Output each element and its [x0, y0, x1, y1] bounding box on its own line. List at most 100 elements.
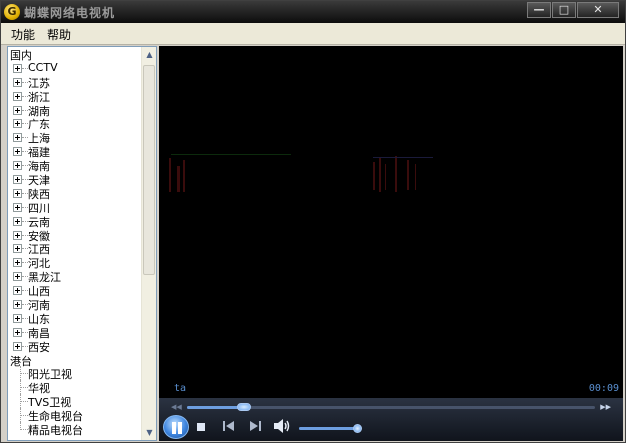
app-window: G 蝴蝶网络电视机 — □ ✕ 功能 帮助 国内 CCTV 江苏 浙江 湖南 广东 上海 福建…: [0, 0, 626, 443]
tree-item-region[interactable]: CCTV: [8, 61, 142, 75]
tree-connector-line: [22, 192, 28, 194]
channel-overlay-label: ta: [174, 383, 187, 394]
tree-item-region[interactable]: 河北: [8, 255, 142, 270]
expand-plus-icon[interactable]: [13, 272, 22, 282]
window-title: 蝴蝶网络电视机: [24, 6, 116, 20]
menu-bar: 功能 帮助: [1, 23, 625, 45]
tree-connector-line: [20, 415, 28, 417]
volume-slider-thumb[interactable]: [353, 424, 363, 433]
tree-connector-line: [22, 331, 28, 333]
expand-plus-icon[interactable]: [13, 133, 22, 143]
next-button[interactable]: [247, 419, 263, 433]
tree-connector-line: [20, 380, 21, 395]
tree-connector-line: [22, 290, 28, 292]
tree-item-region[interactable]: 江苏: [8, 75, 142, 90]
tree-item-region[interactable]: 浙江: [8, 89, 142, 104]
expand-plus-icon[interactable]: [13, 91, 22, 101]
menu-function[interactable]: 功能: [11, 26, 35, 43]
tree-item-region[interactable]: 天津: [8, 172, 142, 187]
tree-connector-line: [22, 123, 28, 125]
tree-connector-line: [22, 262, 28, 264]
expand-plus-icon[interactable]: [13, 244, 22, 254]
tree-connector-line: [22, 179, 28, 181]
expand-plus-icon[interactable]: [13, 147, 22, 157]
tree-item-channel[interactable]: TVS卫视: [8, 394, 142, 409]
expand-plus-icon[interactable]: [13, 161, 22, 171]
tree-connector-line: [22, 345, 28, 347]
expand-plus-icon[interactable]: [13, 341, 22, 351]
tree-item-region[interactable]: 南昌: [8, 325, 142, 340]
tree-scrollbar[interactable]: ▲ ▼: [141, 47, 156, 440]
tree-item-region[interactable]: 安徽: [8, 228, 142, 243]
seek-bar-thumb[interactable]: [237, 403, 252, 411]
tree-item-channel[interactable]: 生命电视台: [8, 408, 142, 423]
tree-item-label: 精品电视台: [28, 424, 83, 438]
volume-slider-fill: [299, 427, 358, 430]
tree-item-region[interactable]: 海南: [8, 158, 142, 173]
tree-connector-line: [20, 373, 28, 375]
tree-item-region[interactable]: 广东: [8, 116, 142, 131]
scroll-up-arrow-icon[interactable]: ▲: [142, 47, 156, 62]
tree-item-region[interactable]: 山西: [8, 283, 142, 298]
seek-bar[interactable]: [187, 403, 595, 411]
minimize-button[interactable]: —: [527, 2, 551, 18]
scroll-down-arrow-icon[interactable]: ▼: [142, 425, 156, 440]
seek-bar-fill: [187, 406, 245, 409]
expand-plus-icon[interactable]: [13, 300, 22, 310]
video-frame-artifacts: [169, 154, 433, 192]
tree-item-region[interactable]: 福建: [8, 144, 142, 159]
maximize-button[interactable]: □: [552, 2, 576, 18]
tree-item-region[interactable]: 山东: [8, 311, 142, 326]
tree-item-region[interactable]: 湖南: [8, 103, 142, 118]
tree-connector-line: [22, 137, 28, 139]
tree-connector-line: [22, 220, 28, 222]
menu-help[interactable]: 帮助: [47, 26, 71, 43]
expand-plus-icon[interactable]: [13, 258, 22, 268]
channel-tree[interactable]: 国内 CCTV 江苏 浙江 湖南 广东 上海 福建 海南 天津 陕西 四川 云南 安徽 江西 河北 黑龙江 山西河…: [7, 46, 157, 441]
tree-item-region[interactable]: 上海: [8, 130, 142, 145]
expand-plus-icon[interactable]: [13, 202, 22, 212]
expand-plus-icon[interactable]: [13, 77, 22, 87]
tree-connector-line: [20, 394, 21, 409]
tree-connector-line: [22, 81, 28, 83]
rewind-icon[interactable]: ◀◀: [171, 403, 182, 411]
tree-item-channel[interactable]: 华视: [8, 380, 142, 395]
tree-group-label[interactable]: 港台: [8, 353, 142, 368]
expand-plus-icon[interactable]: [13, 230, 22, 240]
pause-button[interactable]: [163, 415, 189, 439]
expand-plus-icon[interactable]: [13, 63, 22, 73]
fast-forward-icon[interactable]: ▶▶: [600, 403, 611, 411]
tree-item-region[interactable]: 黑龙江: [8, 269, 142, 284]
tree-item-region[interactable]: 陕西: [8, 186, 142, 201]
tree-connector-line: [22, 234, 28, 236]
tree-item-region[interactable]: 河南: [8, 297, 142, 312]
tree-item-region[interactable]: 西安: [8, 339, 142, 354]
tree-item-region[interactable]: 云南: [8, 214, 142, 229]
tree-connector-line: [22, 304, 28, 306]
tree-connector-line: [22, 165, 28, 167]
tree-connector-line: [20, 408, 21, 423]
expand-plus-icon[interactable]: [13, 119, 22, 129]
close-button[interactable]: ✕: [577, 2, 619, 18]
tree-item-channel[interactable]: 阳光卫视: [8, 366, 142, 381]
speaker-icon[interactable]: [273, 418, 291, 434]
expand-plus-icon[interactable]: [13, 105, 22, 115]
video-display[interactable]: ta 00:09: [159, 46, 623, 398]
volume-slider[interactable]: [299, 424, 363, 433]
previous-button[interactable]: [221, 419, 237, 433]
tree-item-region[interactable]: 四川: [8, 200, 142, 215]
expand-plus-icon[interactable]: [13, 313, 22, 323]
expand-plus-icon[interactable]: [13, 216, 22, 226]
tree-item-region[interactable]: 江西: [8, 241, 142, 256]
scrollbar-thumb[interactable]: [143, 65, 155, 275]
expand-plus-icon[interactable]: [13, 175, 22, 185]
tree-connector-line: [22, 248, 28, 250]
expand-plus-icon[interactable]: [13, 286, 22, 296]
expand-plus-icon[interactable]: [13, 188, 22, 198]
title-bar[interactable]: G 蝴蝶网络电视机 — □ ✕: [1, 1, 625, 23]
tree-group-label[interactable]: 国内: [8, 47, 142, 62]
expand-plus-icon[interactable]: [13, 327, 22, 337]
stop-button[interactable]: [197, 423, 205, 431]
tree-item-channel[interactable]: 精品电视台: [8, 422, 142, 438]
tree-connector-line: [22, 317, 28, 319]
